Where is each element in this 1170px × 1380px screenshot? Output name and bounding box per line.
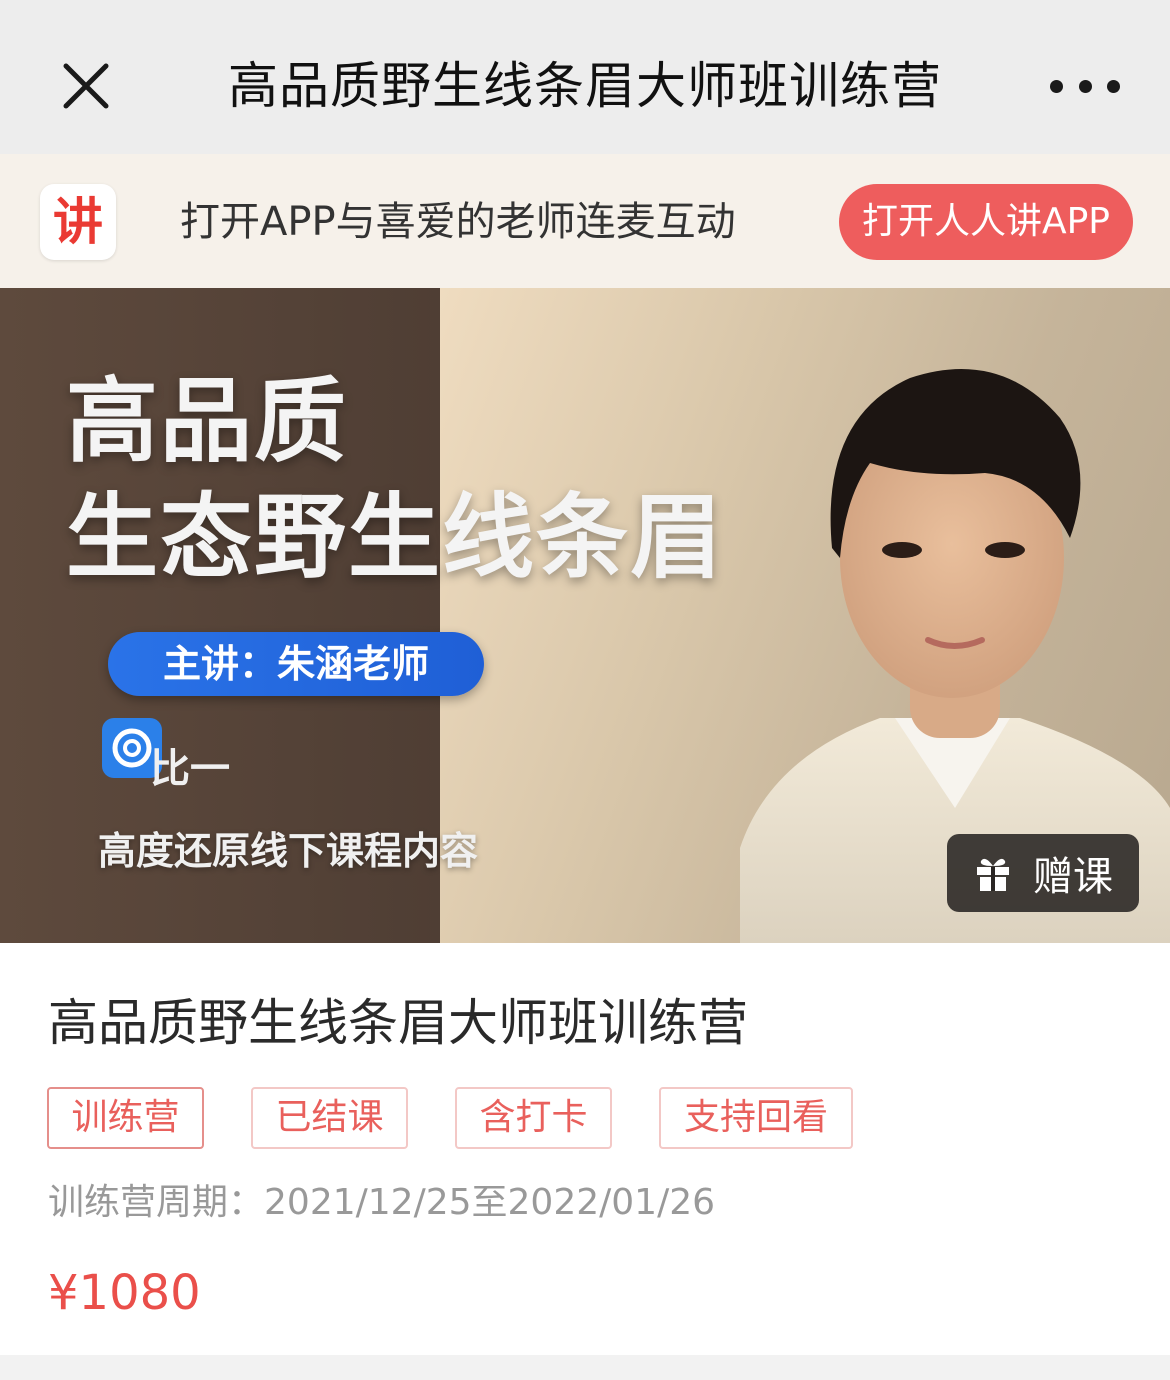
tag-check-in: 含打卡 [455,1087,612,1149]
tag-training-camp: 训练营 [47,1087,204,1149]
course-period: 训练营周期：2021/12/25至2022/01/26 [48,1179,715,1227]
presenter-label: 主讲：朱涵老师 [108,632,484,696]
top-nav-bar: 高品质野生线条眉大师班训练营 [0,0,1170,154]
cover-title-line2: 生态野生线条眉 [66,484,725,591]
period-label: 训练营周期： [48,1182,265,1223]
open-app-button[interactable]: 打开人人讲APP [839,184,1133,260]
course-info-section: 高品质野生线条眉大师班训练营 训练营 已结课 含打卡 支持回看 训练营周期：20… [0,943,1170,1355]
tag-finished: 已结课 [251,1087,408,1149]
cover-ratio-text: 比一 [150,746,230,792]
gift-icon [977,858,1009,891]
more-options-icon[interactable] [1050,66,1120,106]
page-title: 高品质野生线条眉大师班训练营 [228,57,942,115]
period-value: 2021/12/25至2022/01/26 [264,1182,715,1223]
course-price: ¥1080 [48,1265,201,1321]
app-logo: 讲 [40,184,116,260]
course-cover-image: 高品质 生态野生线条眉 主讲：朱涵老师 比一 高度还原线下课程内容 赠课 [0,288,1170,943]
course-tags: 训练营 已结课 含打卡 支持回看 [47,1087,900,1149]
banner-text: 打开APP与喜爱的老师连麦互动 [180,199,736,245]
gift-label: 赠课 [1033,854,1113,900]
cover-title-line1: 高品质 [66,368,349,475]
course-title: 高品质野生线条眉大师班训练营 [48,994,748,1052]
open-app-banner: 讲 打开APP与喜爱的老师连麦互动 打开人人讲APP [0,154,1170,288]
close-icon[interactable] [54,54,118,118]
tag-replay-support: 支持回看 [659,1087,853,1149]
cover-subtitle: 高度还原线下课程内容 [98,829,479,873]
gift-course-badge[interactable]: 赠课 [947,834,1139,912]
